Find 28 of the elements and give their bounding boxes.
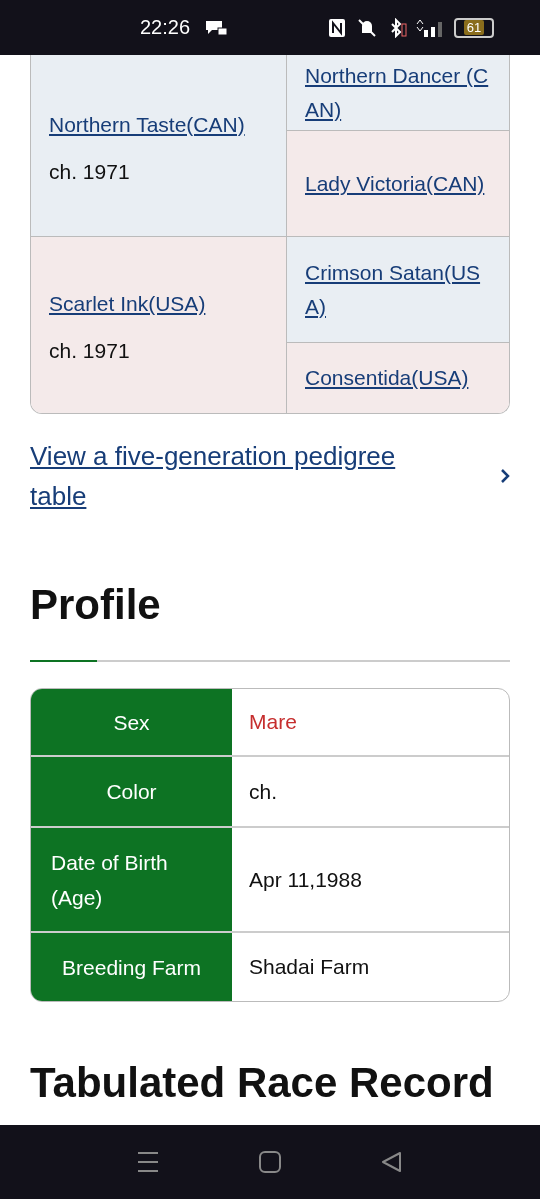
horse-link[interactable]: Northern Taste(CAN) [49,107,268,142]
profile-label: Breeding Farm [31,933,232,1001]
nfc-icon [328,17,346,38]
profile-value: Shadai Farm [249,955,370,979]
profile-value: ch. [249,779,277,804]
pedigree-link[interactable]: View a five-generation pedigree table [30,436,450,516]
profile-label: Color [31,757,232,826]
section-heading: Profile [30,580,162,630]
horse-detail: ch. 1971 [49,159,131,184]
horse-link[interactable]: Scarlet Ink(USA) [49,287,268,321]
bluetooth-icon [388,17,408,38]
profile-label: Sex [31,689,232,755]
menu-icon[interactable] [137,1151,159,1173]
chevron-right-icon[interactable] [500,468,510,484]
horse-link[interactable]: Consentida(USA) [305,361,491,395]
horse-link[interactable]: Lady Victoria(CAN) [305,166,491,201]
profile-label: Date of Birth (Age) [31,828,232,931]
horse-link[interactable]: Crimson Satan(USA) [305,255,491,324]
back-icon[interactable] [381,1151,403,1173]
section-heading: Tabulated Race Record [30,1058,495,1108]
horse-link[interactable]: Northern Dancer (CAN) [305,58,491,127]
clock-time: 22:26 [140,16,191,39]
profile-value: Mare [249,710,297,734]
horse-detail: ch. 1971 [49,339,131,363]
chat-icon [204,18,229,37]
battery-icon: 61 [454,17,494,38]
profile-value: Apr 11,1988 [249,867,362,892]
home-icon[interactable] [259,1151,281,1173]
